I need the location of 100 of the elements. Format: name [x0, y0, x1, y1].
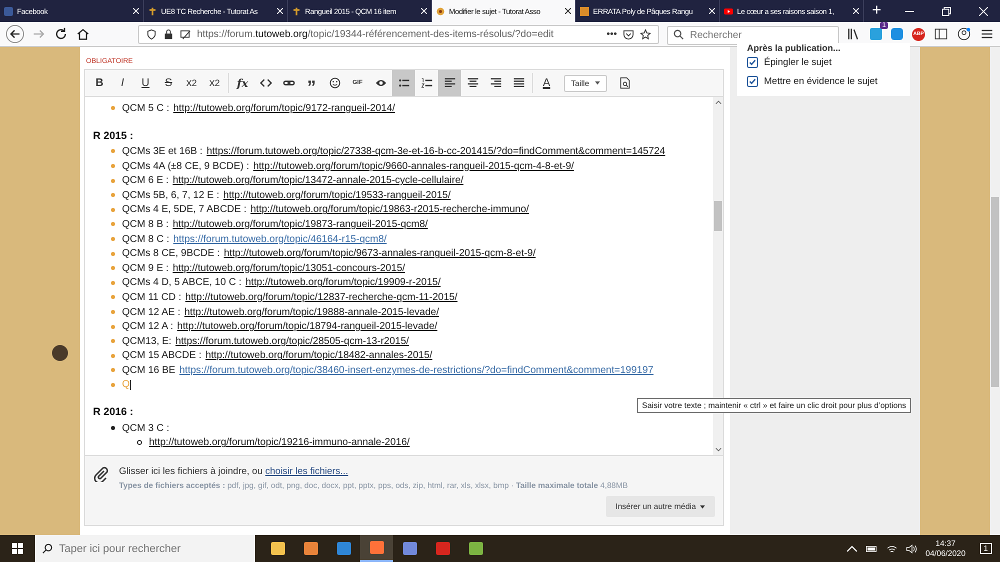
section-heading: R 2015 : — [93, 130, 134, 144]
flower-icon — [436, 6, 445, 16]
list-item-text: QCM 5 C : — [122, 102, 170, 114]
link[interactable]: https://forum.tutoweb.org/topic/38460-insert-enzymes-de-restrictions/?do=findComment&comment=199197 — [179, 364, 654, 376]
quote-button[interactable]: ” — [300, 70, 323, 96]
back-icon[interactable] — [6, 25, 24, 43]
list-item-text: QCMs 5B, 6, 7, 12 E : — [122, 190, 220, 201]
account-icon[interactable] — [957, 27, 971, 41]
size-dropdown[interactable]: Taille — [564, 74, 608, 92]
paperclip-icon — [93, 466, 109, 482]
square-icon — [580, 6, 589, 16]
clock[interactable]: 14:37 04/06/2020 — [926, 538, 966, 558]
scroll-up-icon[interactable] — [714, 100, 722, 105]
list-item-text: QCM 15 ABCDE : — [122, 350, 202, 362]
star-icon[interactable] — [640, 28, 651, 40]
strike-button[interactable]: S — [157, 70, 180, 96]
link[interactable]: http://tutoweb.org/forum/topic/19533-rangueil-2015/ — [223, 190, 451, 201]
scroll-down-icon[interactable] — [714, 447, 722, 452]
file-types-text: Types de fichiers acceptés : pdf, jpg, gif, odt, png, doc, docx, ppt, pptx, pps, ods, zip, html, rar, xls, xlsx, bmp · Taille maximale totale 4,88MB — [119, 481, 629, 490]
home-icon[interactable] — [76, 27, 90, 41]
bold-button[interactable]: B — [88, 70, 111, 96]
list-item-text: QCMs 8 CE, 9BCDE : — [122, 248, 220, 260]
section-title: Après la publication... — [747, 43, 842, 53]
library-icon[interactable] — [847, 27, 861, 41]
restore-icon[interactable] — [942, 6, 951, 16]
cross-icon — [148, 6, 157, 16]
underline-button[interactable]: U — [134, 70, 157, 96]
list-item-text: QCM13, E: — [122, 336, 172, 347]
link[interactable]: http://tutoweb.org/forum/topic/19888-annale-2015-levade/ — [184, 306, 439, 318]
shield-icon — [146, 28, 157, 40]
scroll-thumb[interactable] — [714, 201, 722, 231]
battery-icon[interactable] — [866, 544, 878, 554]
search-icon — [42, 543, 53, 554]
link[interactable]: http://tutoweb.org/forum/topic/18794-rangueil-2015-levade/ — [177, 321, 438, 332]
url-text: https://forum.tutoweb.org/topic/19344-référencement-des-items-résolus/?do=edit — [197, 28, 555, 40]
new-tab-button[interactable]: + — [864, 0, 890, 22]
link[interactable]: http://tutoweb.org/forum/topic/18482-annales-2015/ — [205, 350, 432, 362]
caret-icon — [700, 504, 705, 508]
volume-icon[interactable] — [906, 544, 918, 554]
link[interactable]: http://tutoweb.org/forum/topic/12837-recherche-qcm-11-2015/ — [185, 292, 458, 303]
eye-icon — [374, 77, 386, 89]
color-button[interactable]: A — [535, 70, 558, 96]
checkbox-label: Épingler le sujet — [764, 57, 832, 68]
bulleted-list-icon — [398, 77, 410, 89]
list-item-text: QCMs 4A (±8 CE, 9 BCDE) : — [122, 160, 250, 172]
cross-icon — [292, 6, 301, 16]
list-item-text: Q — [122, 379, 130, 390]
link[interactable]: https://forum.tutoweb.org/topic/28505-qcm-13-r2015/ — [175, 336, 409, 347]
permissions-icon — [180, 28, 191, 40]
browser-app-icon[interactable] — [360, 535, 393, 562]
menu-icon[interactable] — [980, 27, 994, 41]
close-icon[interactable] — [565, 8, 571, 14]
smiley-icon — [328, 77, 340, 89]
wifi-icon[interactable] — [886, 544, 898, 554]
link[interactable]: http://tutoweb.org/forum/topic/19909-r-2015/ — [245, 277, 441, 288]
address-bar[interactable]: https://forum.tutoweb.org/topic/19344-référencement-des-items-résolus/?do=edit ••• — [138, 24, 659, 44]
notifications-button[interactable]: 1 — [980, 543, 992, 554]
link[interactable]: http://tutoweb.org/forum/topic/19873-rangueil-2015-qcm8/ — [172, 218, 428, 230]
sidebar-icon[interactable] — [934, 27, 948, 41]
document-search-icon — [618, 77, 631, 89]
taskbar-search-field[interactable]: Taper ici pour rechercher — [35, 535, 255, 562]
link[interactable]: http://tutoweb.org/forum/topic/9172-rangueil-2014/ — [173, 102, 396, 114]
formula-button[interactable]: fx — [231, 70, 254, 96]
list-item-text: QCM 6 E : — [122, 175, 169, 186]
search-field[interactable]: Rechercher — [667, 26, 839, 44]
drop-hint: Glisser ici les fichiers à joindre, ou choisir les fichiers... — [119, 466, 350, 477]
link[interactable]: http://tutoweb.org/forum/topic/9673-annales-rangueil-2015-qcm-8-et-9/ — [224, 248, 536, 260]
reload-icon[interactable] — [54, 27, 68, 41]
justify-icon — [512, 77, 524, 89]
link[interactable]: https://forum.tutoweb.org/topic/46164-r15-qcm8/ — [173, 234, 387, 245]
checkbox-label: Mettre en évidence le sujet — [764, 76, 878, 87]
insert-media-button[interactable]: Insérer un autre média — [606, 496, 715, 517]
video-icon — [724, 6, 733, 16]
link[interactable]: https://forum.tutoweb.org/topic/27338-qcm-3e-et-16-b-cc-201415/?do=findComment&comment=145724 — [206, 146, 666, 157]
link[interactable]: http://tutoweb.org/forum/topic/9660-annales-rangueil-2015-qcm-4-8-et-9/ — [253, 160, 574, 172]
windows-start-icon[interactable] — [12, 543, 23, 554]
list-item-text: QCMs 4 D, 5 ABCE, 10 C : — [122, 277, 242, 288]
link[interactable]: http://tutoweb.org/forum/topic/19216-immuno-annale-2016/ — [149, 437, 410, 448]
caret-icon — [595, 81, 600, 85]
left-button[interactable] — [438, 70, 461, 96]
checkbox[interactable] — [747, 57, 758, 68]
numbered-list-icon — [420, 77, 432, 89]
link[interactable]: http://tutoweb.org/forum/topic/19863-r2015-recherche-immuno/ — [250, 204, 529, 216]
list-item-text: QCM 8 B : — [122, 218, 169, 230]
chevron-up-icon[interactable] — [846, 544, 858, 554]
pocket-icon[interactable] — [623, 28, 634, 40]
scroll-thumb[interactable] — [991, 197, 999, 387]
choose-files-link[interactable]: choisir les fichiers... — [265, 466, 348, 477]
list-item-text: QCM 12 AE : — [122, 306, 180, 318]
more-actions-button[interactable]: ••• — [606, 28, 617, 40]
skype-icon[interactable] — [891, 28, 903, 40]
link[interactable]: http://tutoweb.org/forum/topic/13051-concours-2015/ — [172, 262, 406, 274]
link[interactable]: http://tutoweb.org/forum/topic/13472-annale-2015-cycle-cellulaire/ — [172, 175, 464, 186]
align-right-icon — [490, 77, 502, 89]
bullets-button[interactable] — [392, 70, 415, 96]
list-item-text: QCMs 4 E, 5DE, 7 ABCDE : — [122, 204, 246, 216]
lock-icon — [163, 28, 174, 40]
facebook-icon — [4, 6, 13, 16]
checkbox[interactable] — [747, 76, 758, 87]
italic-button[interactable]: I — [111, 70, 134, 96]
